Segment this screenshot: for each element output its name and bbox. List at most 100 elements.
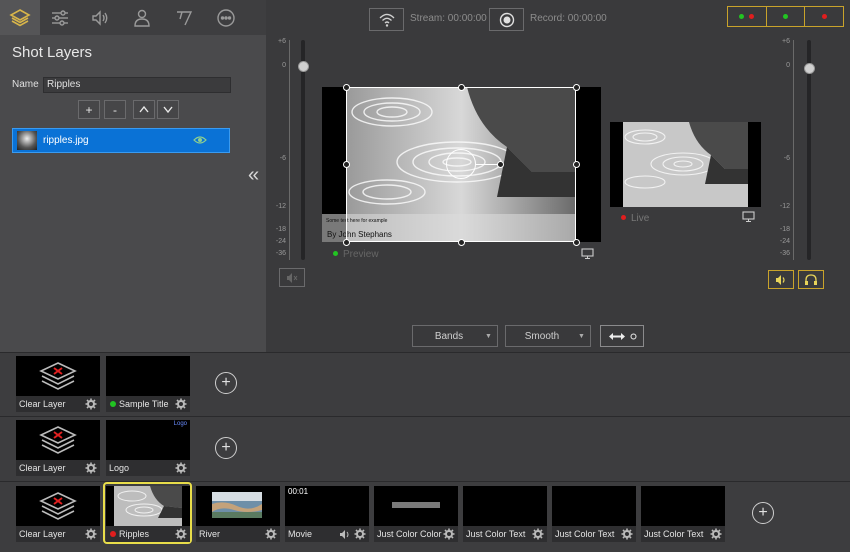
shot-tile-label: Ripples <box>119 529 150 539</box>
add-layer-button[interactable]: + <box>78 100 100 119</box>
shot-tile-movie[interactable]: 00:01 Movie <box>285 486 369 542</box>
scale-label: -24 <box>779 238 790 245</box>
person-icon[interactable] <box>122 0 162 35</box>
shot-tile-clear-layer[interactable]: Clear Layer <box>16 420 100 476</box>
preview-status-dot <box>333 251 338 256</box>
record-button[interactable] <box>489 8 524 31</box>
live-label: Live <box>631 213 650 224</box>
live-volume-knob[interactable] <box>804 63 815 74</box>
shot-tile-just-color-text[interactable]: Just Color Text <box>552 486 636 542</box>
resize-handle[interactable] <box>458 239 465 246</box>
collapse-panel-icon[interactable]: « <box>248 164 259 187</box>
preview-volume-slider[interactable] <box>301 40 305 260</box>
resize-handle[interactable] <box>343 161 350 168</box>
shot-tile-just-color-text[interactable]: Just Color Text <box>641 486 725 542</box>
speaker-icon <box>776 274 785 285</box>
scale-label: 0 <box>282 62 286 69</box>
resize-handle[interactable] <box>573 161 580 168</box>
gear-icon[interactable] <box>265 528 277 540</box>
easing-dropdown[interactable]: Smooth ▼ <box>505 325 591 347</box>
shot-tile-just-color-text[interactable]: Just Color Text <box>463 486 547 542</box>
add-shot-button[interactable]: + <box>215 437 237 459</box>
resize-handle[interactable] <box>573 239 580 246</box>
live-status-dot <box>621 215 626 220</box>
live-monitor[interactable] <box>610 122 761 207</box>
record-icon <box>499 12 514 27</box>
gear-icon[interactable] <box>85 528 97 540</box>
preview-mute-button[interactable] <box>279 268 305 287</box>
chevron-up-icon <box>139 106 149 113</box>
shot-tile-label: Just Color Text <box>644 529 704 539</box>
monitor-icon[interactable] <box>742 211 755 222</box>
transition-button[interactable] <box>600 325 644 347</box>
status-segment-3[interactable] <box>805 7 843 26</box>
gear-icon[interactable] <box>710 528 722 540</box>
speaker-icon[interactable] <box>80 0 120 35</box>
more-options-icon[interactable] <box>206 0 246 35</box>
status-segment-1[interactable] <box>728 7 767 26</box>
shot-tile-label: Just Color Text <box>555 529 615 539</box>
gear-icon[interactable] <box>443 528 455 540</box>
layers-stack-icon <box>39 362 77 390</box>
status-segment-2[interactable] <box>767 7 806 26</box>
shot-tile-logo[interactable]: Logo Logo <box>106 420 190 476</box>
shot-tile-label: Sample Title <box>119 399 169 409</box>
move-down-button[interactable] <box>157 100 179 119</box>
preview-volume-knob[interactable] <box>298 61 309 72</box>
scale-label: -24 <box>275 238 286 245</box>
resize-handle[interactable] <box>343 239 350 246</box>
scale-label: -6 <box>783 155 790 162</box>
headphones-button[interactable] <box>798 270 824 289</box>
speaker-icon[interactable] <box>339 529 351 540</box>
gear-icon[interactable] <box>532 528 544 540</box>
shot-tile-ripples[interactable]: Ripples <box>106 486 190 542</box>
name-label: Name <box>12 79 39 90</box>
resize-handle[interactable] <box>343 84 350 91</box>
layer-item-label: ripples.jpg <box>43 135 89 146</box>
shot-tile-just-color-color[interactable]: Just Color Color <box>374 486 458 542</box>
remove-layer-button[interactable]: - <box>104 100 126 119</box>
shot-tile-clear-layer[interactable]: Clear Layer <box>16 486 100 542</box>
title-tool-icon[interactable] <box>164 0 204 35</box>
vu-meter <box>793 40 800 260</box>
small-circle-icon <box>630 333 636 339</box>
transition-type-dropdown[interactable]: Bands ▼ <box>412 325 498 347</box>
gear-icon[interactable] <box>354 528 366 540</box>
gear-icon[interactable] <box>85 462 97 474</box>
live-audio-button[interactable] <box>768 270 794 289</box>
record-timer: Record: 00:00:00 <box>530 13 607 24</box>
scale-label: -6 <box>279 155 286 162</box>
resize-handle[interactable] <box>458 84 465 91</box>
sliders-icon[interactable] <box>40 0 80 35</box>
dropdown-arrow-icon: ▼ <box>485 332 492 340</box>
scale-label: +6 <box>782 38 790 45</box>
gear-icon[interactable] <box>175 462 187 474</box>
add-shot-button[interactable]: + <box>752 502 774 524</box>
gear-icon[interactable] <box>175 528 187 540</box>
rotation-handle[interactable] <box>446 149 476 179</box>
color-bar-preview <box>392 502 440 508</box>
gear-icon[interactable] <box>175 398 187 410</box>
rotation-arm <box>476 164 498 165</box>
stream-button[interactable] <box>369 8 404 31</box>
speaker-muted-icon <box>287 272 298 283</box>
monitor-icon[interactable] <box>581 248 594 259</box>
layers-stack-icon <box>39 426 77 454</box>
shot-tile-sample-title[interactable]: Sample Title <box>106 356 190 412</box>
add-shot-button[interactable]: + <box>215 372 237 394</box>
eye-icon[interactable] <box>193 135 207 145</box>
scale-label: -36 <box>779 250 790 257</box>
layers-icon[interactable] <box>0 0 40 35</box>
name-input[interactable]: Ripples <box>43 77 231 93</box>
move-up-button[interactable] <box>133 100 155 119</box>
wifi-icon <box>379 13 394 27</box>
shot-tile-river[interactable]: River <box>196 486 280 542</box>
shot-tile-clear-layer[interactable]: Clear Layer <box>16 356 100 412</box>
gear-icon[interactable] <box>85 398 97 410</box>
layer-item[interactable]: ripples.jpg <box>12 128 230 153</box>
rotation-knob[interactable] <box>497 161 504 168</box>
resize-handle[interactable] <box>573 84 580 91</box>
status-lights <box>727 6 844 27</box>
layer-thumbnail <box>17 131 37 150</box>
gear-icon[interactable] <box>621 528 633 540</box>
